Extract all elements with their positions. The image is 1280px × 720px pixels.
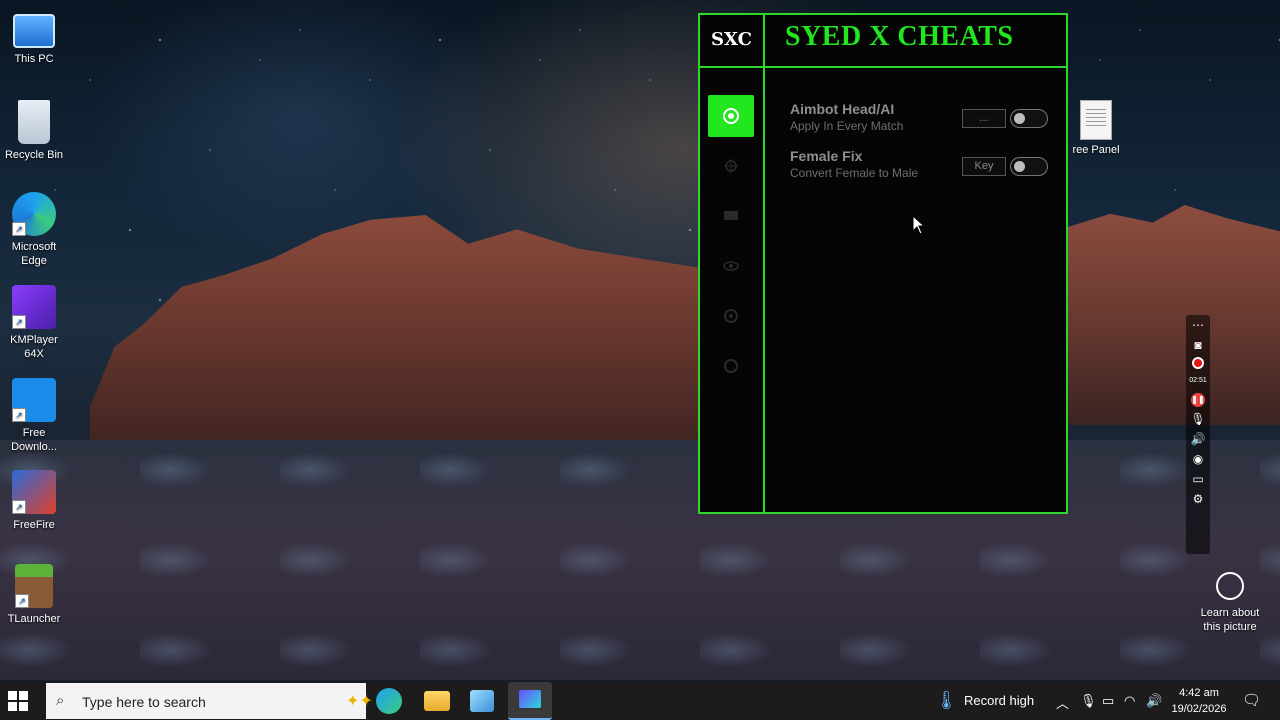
freefire-icon: ↗ [12,470,56,514]
record-icon[interactable] [1192,357,1204,369]
female-fix-keybind-button[interactable]: Key [962,157,1006,176]
computer-icon [13,14,55,48]
recycle-bin-icon [18,100,50,144]
desktop-icon-label: TLauncher [7,613,61,625]
mouse-cursor-icon [912,215,926,235]
cheat-menu-window[interactable]: SXC SYED X CHEATS Aimbot Head/AI Apply I… [698,13,1068,514]
minecraft-block-icon: ↗ [15,564,53,608]
wifi-icon[interactable]: ◠ [1124,693,1135,709]
nav-info-tab[interactable] [708,345,754,387]
desktop-icon-this-pc[interactable]: This PC [4,10,64,66]
taskbar-clock[interactable]: 4:42 am 19/02/2026 [1166,685,1232,717]
shortcut-arrow-icon: ↗ [12,500,26,514]
clock-time: 4:42 am [1179,687,1219,699]
volume-icon[interactable]: 🔊 [1146,693,1162,709]
desktop-icon-label: Recycle Bin [4,149,64,161]
desktop-icon-label: Microsoft Edge [11,241,57,267]
start-button[interactable] [8,691,28,711]
window-icon[interactable]: ▭ [1192,471,1203,487]
shortcut-arrow-icon: ↗ [15,594,29,608]
more-options-icon[interactable]: ⋯ [1192,317,1204,333]
wallpaper-shrubs [0,440,1280,680]
desktop-icon-label: This PC [14,53,54,65]
shortcut-arrow-icon: ↗ [12,315,26,329]
app-icon [519,690,541,708]
crosshair-icon [724,159,738,173]
gear-icon[interactable]: ⚙ [1193,491,1204,507]
taskbar-file-explorer-icon[interactable] [424,691,450,711]
info-icon [724,359,738,373]
text-file-icon [1080,100,1112,140]
weather-text[interactable]: Record high [964,693,1034,708]
desktop-icon-kmplayer[interactable]: ↗ KMPlayer 64X [4,285,64,361]
monitor-icon [724,211,738,220]
feature-name: Female Fix [790,148,863,164]
webcam-icon[interactable]: ◉ [1193,451,1203,467]
feature-description: Convert Female to Male [790,166,919,180]
pause-icon[interactable]: ❚❚ [1191,393,1205,407]
search-placeholder: Type here to search [82,694,206,710]
desktop-icon-freefire[interactable]: ↗ FreeFire [4,470,64,532]
taskbar: ⌕ Type here to search ✦✦ 🌡 Record high ︿… [0,682,1280,720]
camera-icon[interactable]: ◙ [1194,337,1201,353]
taskbar-cheat-app-icon[interactable] [508,682,552,720]
settings-icon [724,309,738,323]
shortcut-arrow-icon: ↗ [12,222,26,236]
microphone-icon[interactable]: 🎙 [1190,411,1205,427]
notifications-icon[interactable]: 🗨 [1242,691,1261,709]
wallpaper-rock-formation-right [1068,205,1280,425]
taskbar-search-box[interactable]: ⌕ Type here to search ✦✦ [46,683,373,719]
taskbar-app-icon[interactable] [470,690,494,712]
target-icon [723,108,739,124]
shortcut-arrow-icon: ↗ [12,408,26,422]
nav-crosshair-tab[interactable] [708,145,754,187]
desktop-icon-recycle-bin[interactable]: Recycle Bin [4,100,64,162]
desktop-icon-label: ree Panel [1072,144,1120,156]
app-logo: SXC [711,29,752,50]
sparkle-icon: ✦✦ [346,693,373,710]
search-icon: ⌕ [56,692,65,709]
learn-about-picture[interactable]: Learn about this picture [1192,572,1268,634]
nav-aim-tab[interactable] [708,95,754,137]
feature-description: Apply In Every Match [790,119,904,133]
female-fix-toggle[interactable] [1010,157,1048,176]
battery-icon[interactable]: ▭ [1102,693,1114,709]
clock-date: 19/02/2026 [1171,703,1227,715]
kmplayer-icon: ↗ [12,285,56,329]
feature-female-fix: Female Fix Convert Female to Male [790,148,918,180]
desktop-icon-edge[interactable]: ↗ Microsoft Edge [4,192,64,268]
desktop-icon-tlauncher[interactable]: ↗ TLauncher [4,564,64,626]
nav-visuals-tab[interactable] [708,195,754,237]
aimbot-toggle[interactable] [1010,109,1048,128]
desktop-icon-free-panel[interactable]: ree Panel [1068,100,1124,156]
divider [700,66,1066,68]
screen-recorder-toolbar: ⋯ ◙ 02:51 ❚❚ 🎙 🔊 ◉ ▭ ⚙ [1186,315,1210,554]
microphone-icon[interactable]: 🎙 [1080,693,1097,709]
nav-settings-tab[interactable] [708,295,754,337]
learn-about-label: Learn about this picture [1200,607,1260,633]
desktop-icon-label: Free Downlo... [11,427,57,453]
aimbot-keybind-button[interactable]: ... [962,109,1006,128]
camera-lens-icon [1216,572,1244,600]
edge-icon: ↗ [12,192,56,236]
feature-aimbot: Aimbot Head/AI Apply In Every Match [790,101,903,133]
desktop-icon-label: FreeFire [13,519,55,531]
chevron-up-icon[interactable]: ︿ [1056,693,1069,712]
desktop-icon-label: KMPlayer 64X [10,334,58,360]
recording-timer: 02:51 [1189,377,1207,384]
app-title: SYED X CHEATS [785,21,1014,52]
fdm-icon: ↗ [12,378,56,422]
eye-icon [723,261,739,271]
nav-esp-tab[interactable] [708,245,754,287]
divider [763,15,765,512]
feature-name: Aimbot Head/AI [790,101,895,117]
thermometer-icon[interactable]: 🌡 [935,690,958,711]
taskbar-edge-icon[interactable] [376,688,402,714]
desktop-icon-free-download-manager[interactable]: ↗ Free Downlo... [4,378,64,454]
speaker-icon[interactable]: 🔊 [1191,431,1206,447]
